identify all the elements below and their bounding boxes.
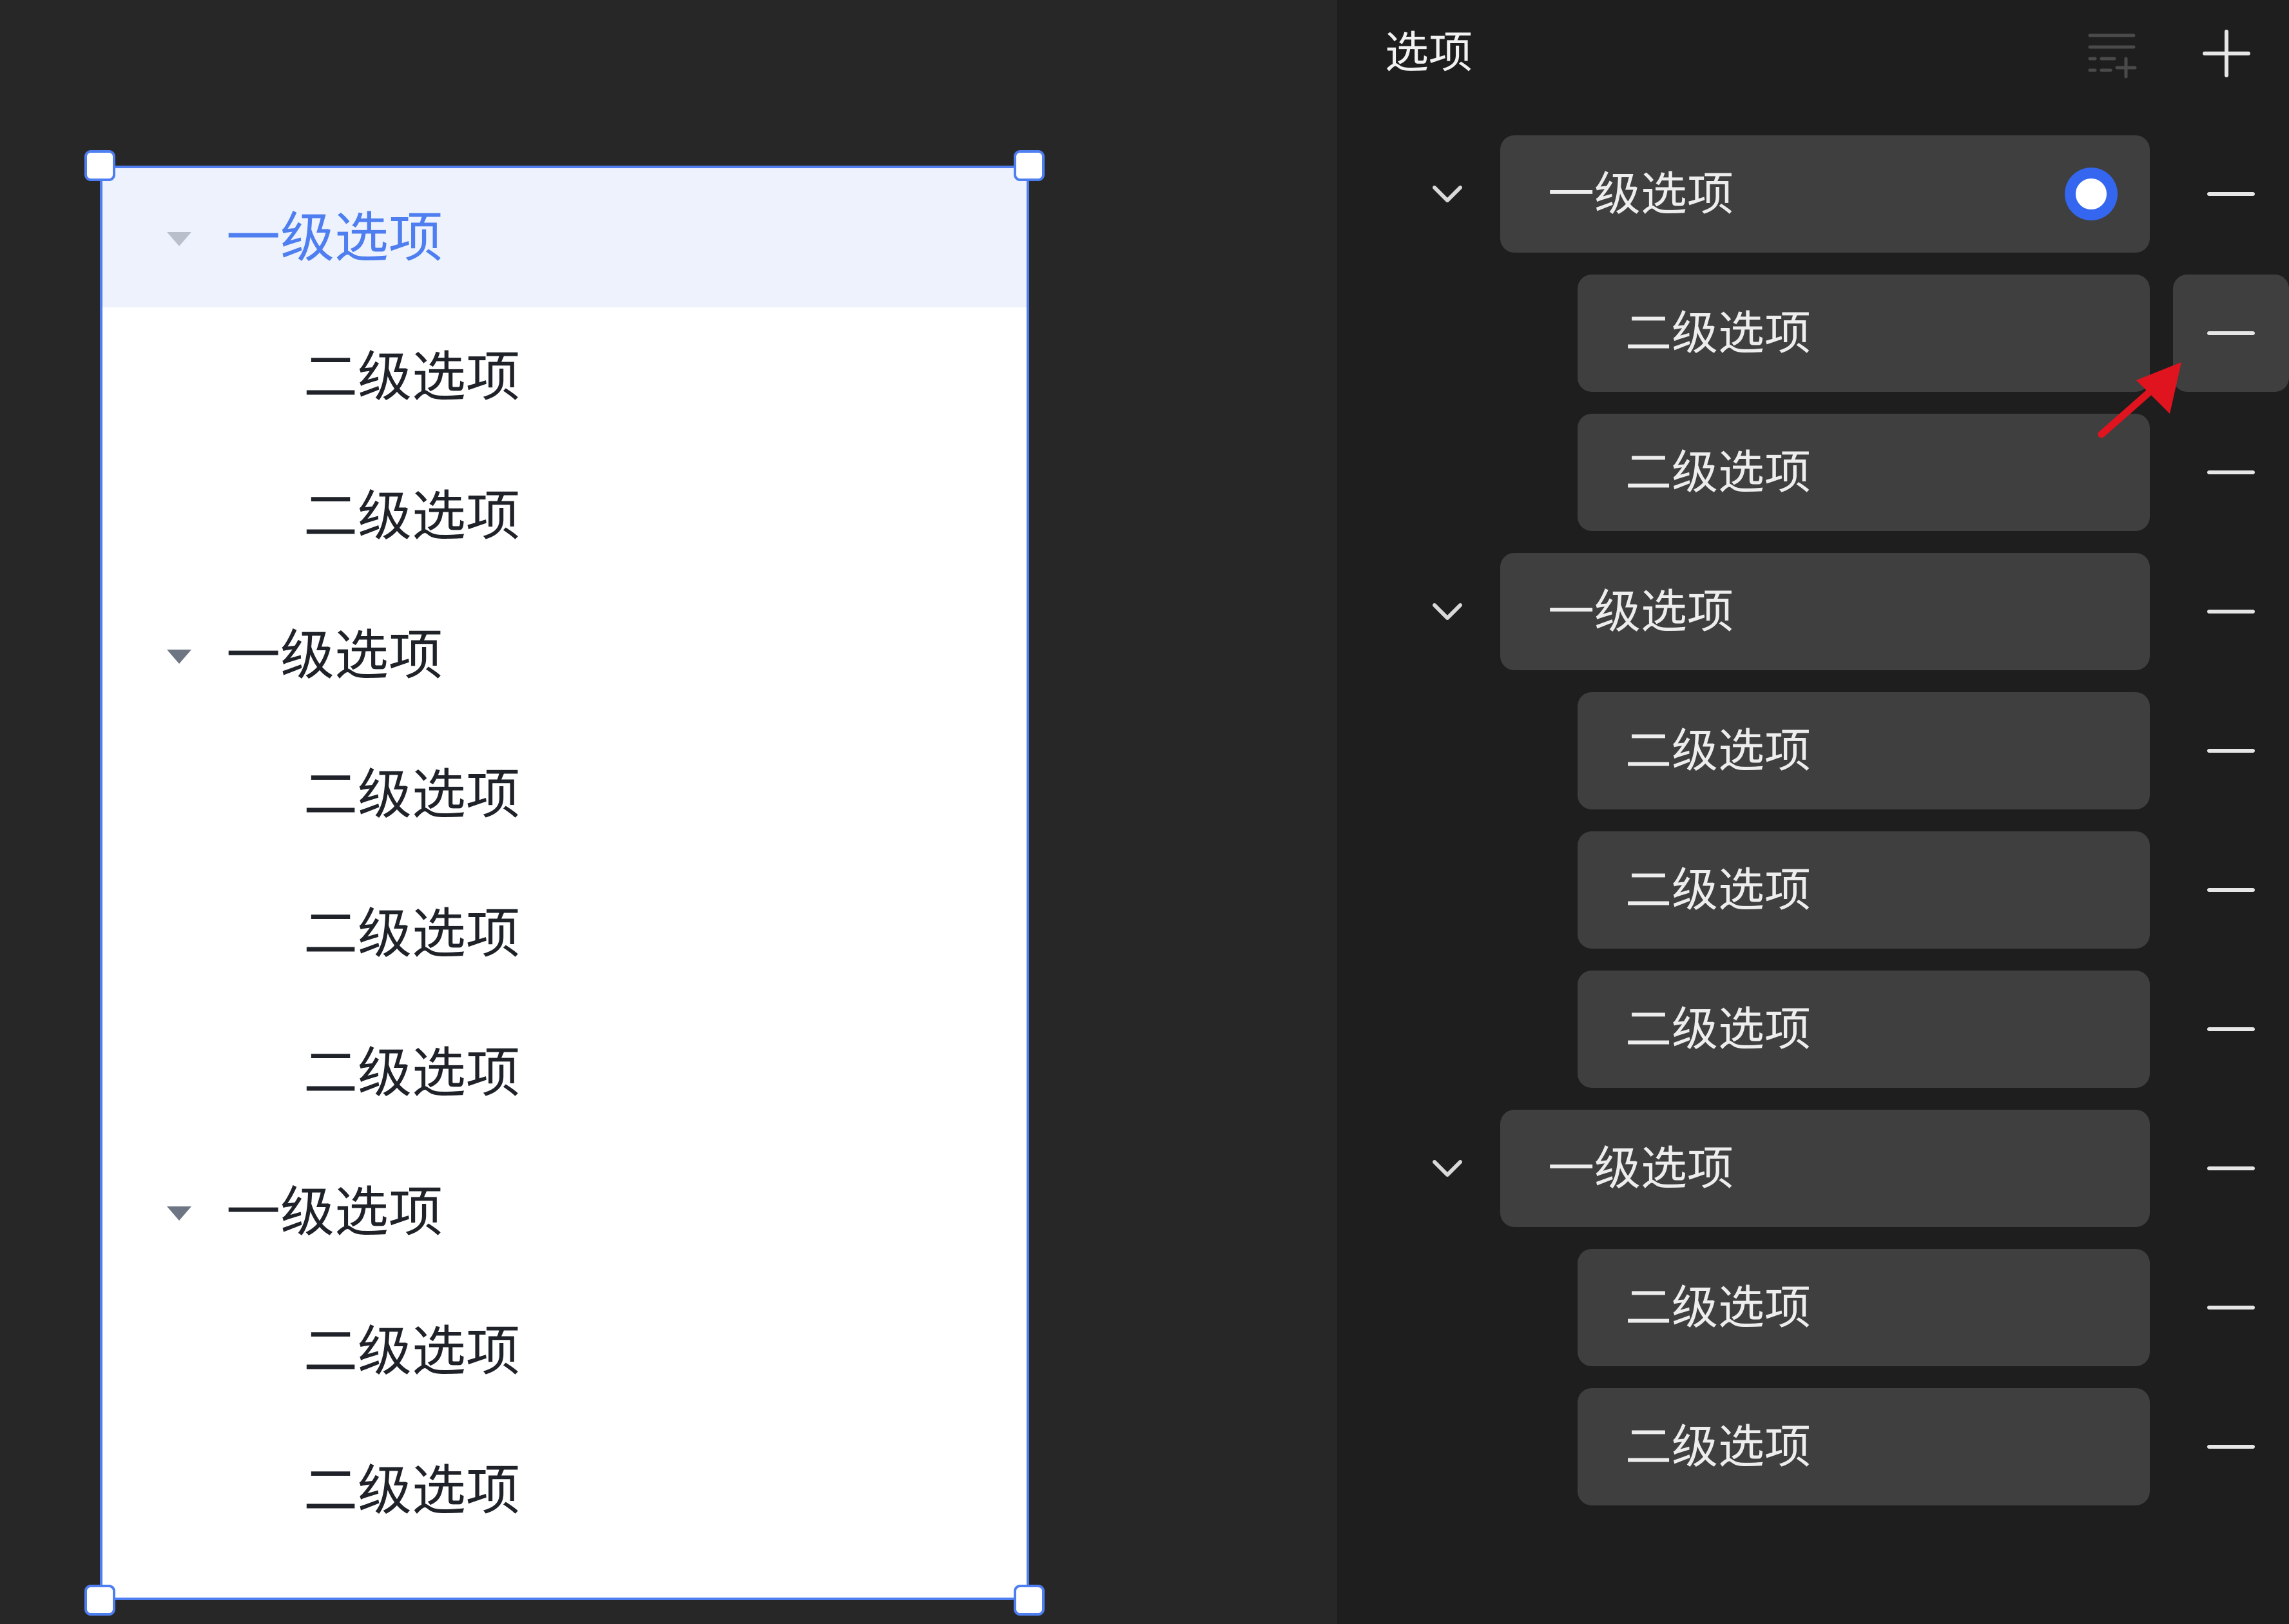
tree-node-level2[interactable]: 二级选项 <box>102 1421 1027 1560</box>
minus-icon <box>2207 192 2255 196</box>
remove-option-button[interactable] <box>2173 831 2289 949</box>
plus-icon[interactable] <box>2201 28 2252 79</box>
tree-node-level1[interactable]: 一级选项 <box>102 1143 1027 1282</box>
option-label: 一级选项 <box>1548 585 1734 639</box>
tree-node-level2[interactable]: 二级选项 <box>102 447 1027 586</box>
option-label: 一级选项 <box>1548 1141 1734 1195</box>
minus-icon <box>2207 610 2255 614</box>
caret-down-icon[interactable] <box>167 1206 191 1221</box>
tree-node-level1[interactable]: 一级选项 <box>102 168 1027 307</box>
tree-node-level2[interactable]: 二级选项 <box>102 864 1027 1003</box>
remove-option-button[interactable] <box>2173 971 2289 1088</box>
option-label: 一级选项 <box>1548 167 1734 221</box>
option-label: 二级选项 <box>1625 1281 1811 1335</box>
remove-option-button[interactable] <box>2173 553 2289 670</box>
tree-node-label: 二级选项 <box>304 902 521 965</box>
resize-handle-top-right[interactable] <box>1014 150 1045 181</box>
remove-option-button[interactable] <box>2173 1110 2289 1227</box>
annotation-arrow <box>2098 362 2181 438</box>
tree-node-label: 一级选项 <box>226 624 443 687</box>
option-input-level1[interactable]: 一级选项 <box>1500 135 2150 253</box>
option-label: 二级选项 <box>1625 1420 1811 1474</box>
option-input-level1[interactable]: 一级选项 <box>1500 553 2150 670</box>
option-input-level2[interactable]: 二级选项 <box>1578 1388 2150 1505</box>
caret-down-icon[interactable] <box>167 650 191 664</box>
chevron-down-icon[interactable] <box>1425 171 1470 217</box>
minus-icon <box>2207 470 2255 474</box>
option-input-level2[interactable]: 二级选项 <box>1578 971 2150 1088</box>
minus-icon <box>2207 1027 2255 1031</box>
option-item: 二级选项 <box>1337 971 2289 1088</box>
default-radio[interactable] <box>2065 168 2118 220</box>
tree-node-label: 二级选项 <box>304 485 521 548</box>
remove-option-button[interactable] <box>2173 1249 2289 1366</box>
option-label: 二级选项 <box>1625 445 1811 499</box>
panel-title: 选项 <box>1385 28 1473 79</box>
minus-icon <box>2207 1166 2255 1170</box>
option-group: 一级选项 <box>1337 553 2289 670</box>
option-item: 二级选项 <box>1337 1249 2289 1366</box>
tree-node-level1[interactable]: 一级选项 <box>102 586 1027 725</box>
tree-node-label: 二级选项 <box>304 345 521 409</box>
option-label: 二级选项 <box>1625 724 1811 778</box>
tree-node-label: 二级选项 <box>304 763 521 826</box>
option-item: 二级选项 <box>1337 1388 2289 1505</box>
chevron-down-icon[interactable] <box>1425 1146 1470 1191</box>
option-item: 二级选项 <box>1337 692 2289 809</box>
option-group: 一级选项 <box>1337 135 2289 253</box>
tree-node-level2[interactable]: 二级选项 <box>102 725 1027 864</box>
option-input-level2[interactable]: 二级选项 <box>1578 1249 2150 1366</box>
remove-option-button[interactable] <box>2173 414 2289 531</box>
remove-option-button[interactable] <box>2173 692 2289 809</box>
tree-node-label: 一级选项 <box>226 1181 443 1244</box>
tree-node-level2[interactable]: 二级选项 <box>102 1282 1027 1421</box>
option-label: 二级选项 <box>1625 1002 1811 1056</box>
option-label: 二级选项 <box>1625 863 1811 917</box>
option-input-level2[interactable]: 二级选项 <box>1578 414 2150 531</box>
option-item: 二级选项 <box>1337 831 2289 949</box>
tree-select-widget[interactable]: 一级选项 二级选项 二级选项 一级选项 二级选项 二级选项 二级选项 一级选项 … <box>100 166 1029 1600</box>
option-input-level2[interactable]: 二级选项 <box>1578 692 2150 809</box>
options-panel: 选项 一级选项 二级选项 二级选项 一级选项 二级选项 二级选项 二级选项 一级… <box>1337 0 2289 1624</box>
resize-handle-bottom-left[interactable] <box>84 1585 115 1616</box>
minus-icon <box>2207 331 2255 335</box>
tree-node-label: 二级选项 <box>304 1041 521 1105</box>
option-input-level2[interactable]: 二级选项 <box>1578 275 2150 392</box>
remove-option-button[interactable] <box>2173 1388 2289 1505</box>
option-label: 二级选项 <box>1625 306 1811 360</box>
remove-option-button[interactable] <box>2173 135 2289 253</box>
minus-icon <box>2207 888 2255 892</box>
design-canvas[interactable]: 一级选项 二级选项 二级选项 一级选项 二级选项 二级选项 二级选项 一级选项 … <box>0 0 1337 1624</box>
remove-option-button[interactable] <box>2173 275 2289 392</box>
tree-node-label: 二级选项 <box>304 1459 521 1522</box>
tree-node-label: 一级选项 <box>226 206 443 269</box>
option-group: 一级选项 <box>1337 1110 2289 1227</box>
resize-handle-top-left[interactable] <box>84 150 115 181</box>
minus-icon <box>2207 1445 2255 1449</box>
chevron-down-icon[interactable] <box>1425 589 1470 634</box>
resize-handle-bottom-right[interactable] <box>1014 1585 1045 1616</box>
option-input-level2[interactable]: 二级选项 <box>1578 831 2150 949</box>
minus-icon <box>2207 1306 2255 1310</box>
caret-down-icon[interactable] <box>167 232 191 246</box>
tree-node-level2[interactable]: 二级选项 <box>102 307 1027 447</box>
tree-node-level2[interactable]: 二级选项 <box>102 1003 1027 1143</box>
tree-node-label: 二级选项 <box>304 1320 521 1383</box>
minus-icon <box>2207 749 2255 753</box>
option-input-level1[interactable]: 一级选项 <box>1500 1110 2150 1227</box>
add-list-icon[interactable] <box>2086 29 2138 81</box>
